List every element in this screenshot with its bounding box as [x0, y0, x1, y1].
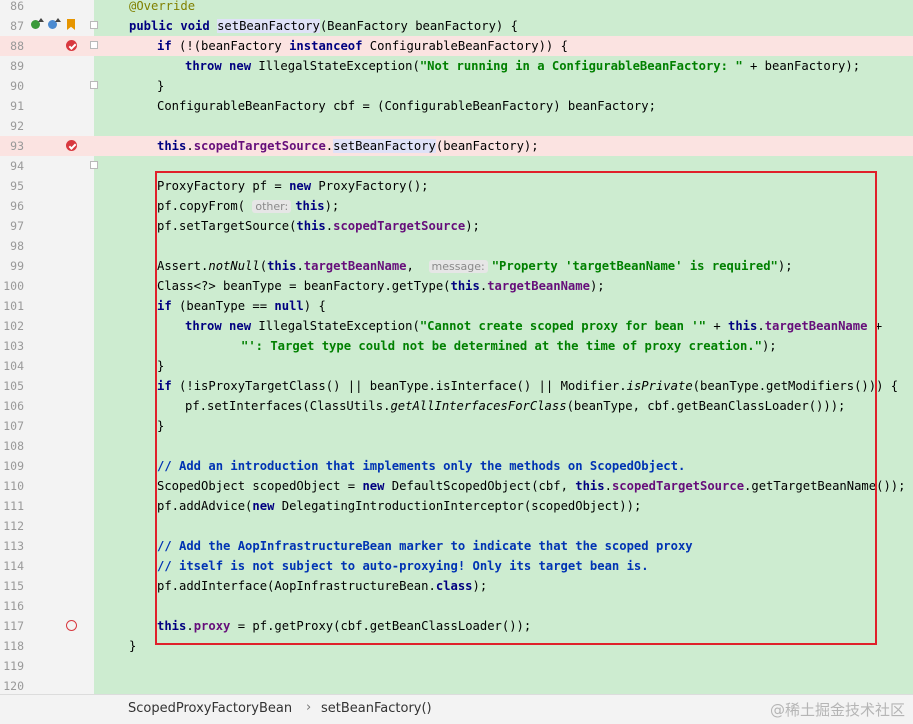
line-number: 100	[3, 279, 24, 293]
line-number: 104	[3, 359, 24, 373]
line-number: 86	[10, 0, 24, 13]
line-number: 99	[10, 259, 24, 273]
breadcrumb-separator: ›	[306, 700, 312, 715]
line-number: 119	[3, 659, 24, 673]
implements-method-icon[interactable]	[48, 18, 61, 29]
code-line-91: ConfigurableBeanFactory cbf = (Configura…	[157, 99, 656, 113]
line-number: 109	[3, 459, 24, 473]
line-number: 96	[10, 199, 24, 213]
code-line-93: this.scopedTargetSource.setBeanFactory(b…	[157, 139, 539, 153]
line-number: 101	[3, 299, 24, 313]
line-number: 87	[10, 19, 24, 33]
fold-icon[interactable]	[90, 41, 98, 49]
code-line-90: }	[157, 79, 165, 93]
line-number: 110	[3, 479, 24, 493]
line-number: 116	[3, 599, 24, 613]
line-number: 105	[3, 379, 24, 393]
line-number: 93	[10, 139, 24, 153]
line-number: 102	[3, 319, 24, 333]
highlight-box	[155, 171, 877, 645]
line-number: 90	[10, 79, 24, 93]
line-number: 95	[10, 179, 24, 193]
line-number: 88	[10, 39, 24, 53]
line-number: 107	[3, 419, 24, 433]
overrides-method-icon[interactable]	[31, 18, 44, 29]
line-number: 98	[10, 239, 24, 253]
fold-icon[interactable]	[90, 81, 98, 89]
line-number: 111	[3, 499, 24, 513]
breadcrumb-bar: ScopedProxyFactoryBean › setBeanFactory(…	[0, 694, 913, 724]
line-number: 106	[3, 399, 24, 413]
line-number: 97	[10, 219, 24, 233]
code-line-86: @Override	[129, 0, 196, 13]
fold-icon[interactable]	[90, 21, 98, 29]
breadcrumb-class[interactable]: ScopedProxyFactoryBean	[128, 701, 292, 716]
line-number: 92	[10, 119, 24, 133]
fold-icon[interactable]	[90, 161, 98, 169]
line-number: 108	[3, 439, 24, 453]
code-line-118: }	[129, 639, 137, 653]
line-number: 103	[3, 339, 24, 353]
line-number: 94	[10, 159, 24, 173]
line-number: 117	[3, 619, 24, 633]
code-line-89: throw new IllegalStateException("Not run…	[185, 59, 861, 73]
line-number: 113	[3, 539, 24, 553]
breakpoint-icon[interactable]	[66, 40, 77, 51]
breakpoint-icon[interactable]	[66, 140, 77, 151]
line-number: 118	[3, 639, 24, 653]
code-line-88: if (!(beanFactory instanceof Configurabl…	[157, 39, 568, 53]
line-number: 120	[3, 679, 24, 693]
watermark: @稀土掘金技术社区	[769, 701, 905, 719]
line-number: 112	[3, 519, 24, 533]
line-number: 114	[3, 559, 24, 573]
line-number: 115	[3, 579, 24, 593]
disabled-breakpoint-icon[interactable]	[66, 620, 77, 631]
breadcrumb-method[interactable]: setBeanFactory()	[321, 701, 432, 716]
line-number: 89	[10, 59, 24, 73]
line-number: 91	[10, 99, 24, 113]
code-line-87: public void setBeanFactory(BeanFactory b…	[129, 19, 518, 33]
